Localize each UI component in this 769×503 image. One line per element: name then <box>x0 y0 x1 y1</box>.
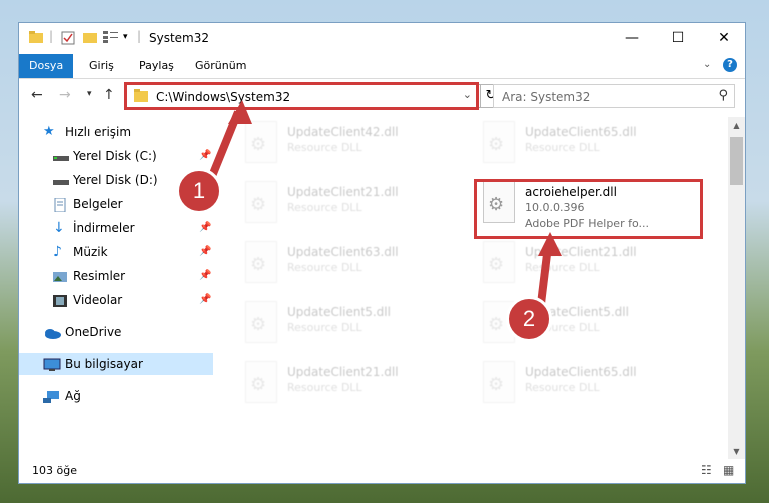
step-badge-2: 2 <box>506 296 552 342</box>
arrow-1-head <box>228 100 252 124</box>
annotation-arrows <box>204 100 562 313</box>
arrow-2-head <box>538 232 562 256</box>
step-badge-1: 1 <box>176 168 222 214</box>
